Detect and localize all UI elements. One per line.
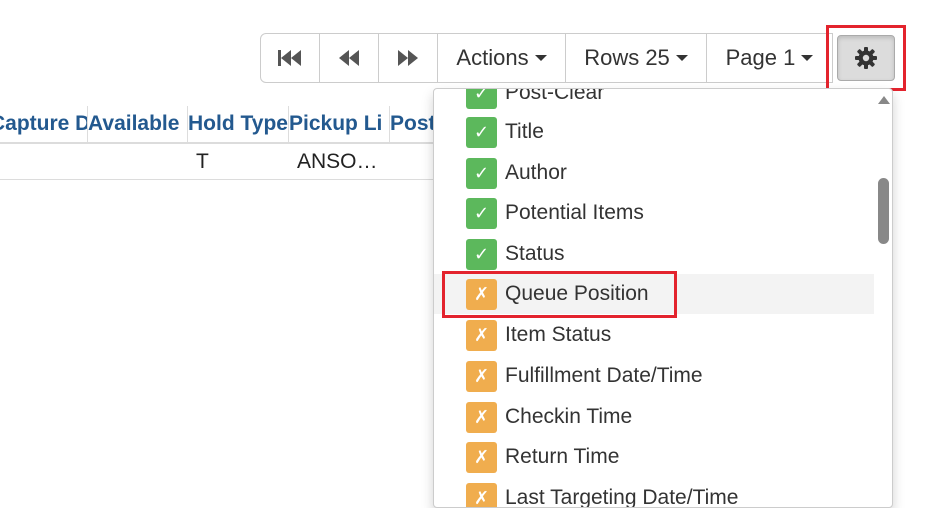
caret-down-icon [801,55,813,61]
previous-page-button[interactable] [319,33,379,83]
menu-item-last-targeting-date-time[interactable]: ✗ Last Targeting Date/Time [434,478,874,508]
gear-icon [854,46,878,70]
next-page-button[interactable] [378,33,438,83]
column-header-available[interactable]: Available [88,106,188,142]
menu-item-post-clear[interactable]: ✓ Post-Clear [434,88,874,113]
check-icon: ✓ [466,88,497,109]
menu-item-label: Post-Clear [505,88,604,105]
pager-toolbar: Actions Rows 25 Page 1 [260,33,833,83]
menu-item-return-time[interactable]: ✗ Return Time [434,437,874,477]
column-chooser-menu: ✓ Post-Clear ✓ Title ✓ Author ✓ Potentia… [433,88,893,508]
menu-item-label: Status [505,242,565,266]
menu-item-label: Queue Position [505,282,649,306]
scroll-up-arrow-icon[interactable] [878,96,890,104]
scrollbar-thumb[interactable] [878,178,889,244]
first-page-icon [277,48,303,68]
menu-item-label: Title [505,120,544,144]
menu-item-label: Fulfillment Date/Time [505,364,703,388]
x-icon: ✗ [466,483,497,508]
menu-item-title[interactable]: ✓ Title [434,112,874,152]
menu-item-fulfillment-date-time[interactable]: ✗ Fulfillment Date/Time [434,356,874,396]
cell-hold-type: T [196,144,209,179]
check-icon: ✓ [466,158,497,189]
x-icon: ✗ [466,361,497,392]
menu-item-status[interactable]: ✓ Status [434,234,874,274]
next-page-icon [397,48,419,68]
menu-item-queue-position[interactable]: ✗ Queue Position [434,274,874,314]
previous-page-icon [338,48,360,68]
cell-pickup-lib: ANSO… [297,144,378,179]
actions-dropdown-button[interactable]: Actions [437,33,566,83]
check-icon: ✓ [466,117,497,148]
table-row[interactable]: T ANSO… [0,144,434,180]
check-icon: ✓ [466,239,497,270]
rows-label: Rows 25 [584,45,670,71]
x-icon: ✗ [466,442,497,473]
menu-item-item-status[interactable]: ✗ Item Status [434,315,874,355]
menu-item-label: Item Status [505,323,611,347]
page-dropdown-button[interactable]: Page 1 [706,33,833,83]
menu-item-potential-items[interactable]: ✓ Potential Items [434,193,874,233]
column-header-pickup-lib[interactable]: Pickup Li [289,106,390,142]
x-icon: ✗ [466,279,497,310]
column-settings-button[interactable] [837,35,895,81]
holds-table: Capture D Available Hold Type Pickup Li … [0,106,434,180]
menu-item-checkin-time[interactable]: ✗ Checkin Time [434,397,874,437]
x-icon: ✗ [466,320,497,351]
x-icon: ✗ [466,402,497,433]
caret-down-icon [535,55,547,61]
column-header-capture-date[interactable]: Capture D [0,106,88,142]
menu-item-author[interactable]: ✓ Author [434,153,874,193]
first-page-button[interactable] [260,33,320,83]
check-icon: ✓ [466,198,497,229]
menu-item-label: Checkin Time [505,405,632,429]
column-header-hold-type[interactable]: Hold Type [188,106,289,142]
rows-dropdown-button[interactable]: Rows 25 [565,33,707,83]
actions-label: Actions [456,45,528,71]
menu-item-label: Last Targeting Date/Time [505,486,738,508]
menu-item-label: Author [505,161,567,185]
menu-item-label: Return Time [505,445,619,469]
caret-down-icon [676,55,688,61]
menu-item-label: Potential Items [505,201,644,225]
column-settings-highlight [826,25,906,91]
table-header-row: Capture D Available Hold Type Pickup Li … [0,106,434,144]
page-label: Page 1 [726,45,796,71]
